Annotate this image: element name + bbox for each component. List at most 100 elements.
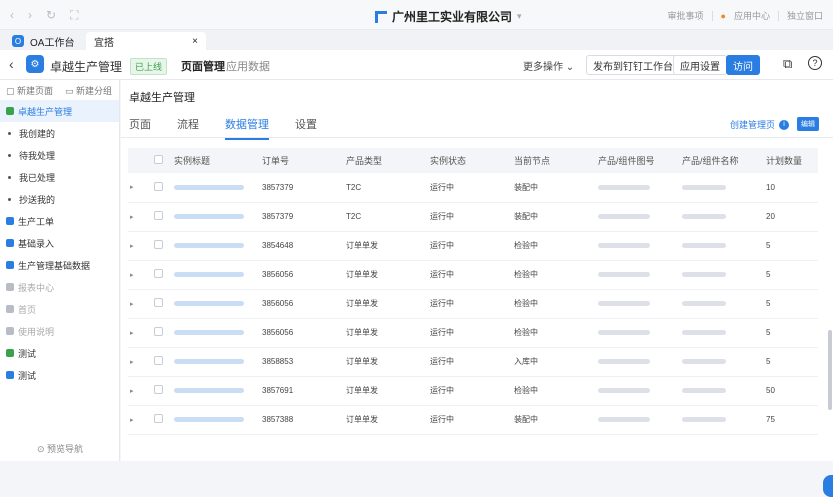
sidebar-item[interactable]: 首页 xyxy=(0,298,119,320)
table-row[interactable]: ▸ 3856056 订单单发 运行中 检验中 5 xyxy=(128,318,818,348)
col-header[interactable]: 当前节点 xyxy=(512,148,596,173)
standalone-window-link[interactable]: 独立窗口 xyxy=(787,9,823,22)
row-checkbox[interactable] xyxy=(152,347,172,377)
back-arrow-icon[interactable]: ‹ xyxy=(10,8,14,23)
expand-arrow-icon[interactable]: ▸ xyxy=(128,202,152,232)
cell-drawing-number xyxy=(596,173,680,203)
cell-planned-qty: 5 xyxy=(764,347,818,377)
create-admin-page-link[interactable]: 创建管理页 i xyxy=(730,118,789,131)
tab-page-management[interactable]: 页面管理 xyxy=(181,58,225,74)
close-icon[interactable]: × xyxy=(192,36,198,47)
app-settings-button[interactable]: 应用设置 xyxy=(673,55,727,75)
more-actions-dropdown[interactable]: 更多操作 ⌄ xyxy=(523,58,574,73)
preview-nav-link[interactable]: ⊙ 预览导航 xyxy=(0,442,120,455)
company-switcher[interactable]: 广州里工实业有限公司 ▾ xyxy=(375,8,522,25)
cell-product-type: 订单单发 xyxy=(344,260,428,290)
fullscreen-icon[interactable]: ⛶ xyxy=(70,8,78,23)
tab-settings[interactable]: 设置 xyxy=(295,116,317,132)
external-link-icon[interactable]: ⧉ xyxy=(783,56,792,72)
table-row[interactable]: ▸ 3857379 T2C 运行中 装配中 10 xyxy=(128,173,818,203)
cell-title xyxy=(172,202,260,232)
expand-arrow-icon[interactable]: ▸ xyxy=(128,289,152,319)
sidebar-item[interactable]: 基础录入 xyxy=(0,232,119,254)
sidebar-item[interactable]: 测试 xyxy=(0,364,119,386)
help-icon[interactable]: ? xyxy=(808,56,822,70)
sidebar-item[interactable]: 报表中心 xyxy=(0,276,119,298)
tab-app-data[interactable]: 应用数据 xyxy=(226,58,270,74)
col-header[interactable]: 订单号 xyxy=(260,148,344,173)
app-center-link[interactable]: 应用中心 xyxy=(734,9,770,22)
expand-arrow-icon[interactable]: ▸ xyxy=(128,260,152,290)
col-header[interactable]: 产品/组件名称 xyxy=(680,148,764,173)
floating-action-button[interactable] xyxy=(823,475,833,497)
row-checkbox[interactable] xyxy=(152,173,172,203)
row-checkbox[interactable] xyxy=(152,318,172,348)
sidebar-item[interactable]: 我创建的 xyxy=(0,122,119,144)
col-header[interactable]: 实例标题 xyxy=(172,148,260,173)
edit-button[interactable]: 编辑 xyxy=(797,117,819,131)
table-row[interactable]: ▸ 3857691 订单单发 运行中 检验中 50 xyxy=(128,376,818,406)
row-checkbox[interactable] xyxy=(152,289,172,319)
sidebar-item[interactable]: 测试 xyxy=(0,342,119,364)
select-all-checkbox[interactable] xyxy=(152,148,172,173)
cell-status: 运行中 xyxy=(428,260,512,290)
vertical-scrollbar[interactable] xyxy=(828,330,832,410)
tab-label: 宜搭 xyxy=(94,37,114,49)
table-row[interactable]: ▸ 3858853 订单单发 运行中 入库中 5 xyxy=(128,347,818,377)
tab-page[interactable]: 页面 xyxy=(129,116,151,132)
redacted-title xyxy=(174,330,244,335)
redacted-product-name xyxy=(682,184,726,190)
visit-button[interactable]: 访问 xyxy=(726,55,760,75)
sidebar-item[interactable]: 待我处理 xyxy=(0,144,119,166)
data-table: 实例标题 订单号 产品类型 实例状态 当前节点 产品/组件图号 产品/组件名称 … xyxy=(128,148,818,435)
tab-data-management[interactable]: 数据管理 xyxy=(225,116,269,140)
cell-drawing-number xyxy=(596,318,680,348)
sidebar-item[interactable]: 抄送我的 xyxy=(0,188,119,210)
row-checkbox[interactable] xyxy=(152,260,172,290)
refresh-icon[interactable]: ↻ xyxy=(46,8,56,23)
page-icon xyxy=(6,217,14,225)
row-checkbox[interactable] xyxy=(152,376,172,406)
publish-dingtalk-button[interactable]: 发布到钉钉工作台 xyxy=(586,55,680,75)
cell-product-name xyxy=(680,173,764,203)
table-row[interactable]: ▸ 3856056 订单单发 运行中 检验中 5 xyxy=(128,289,818,319)
expand-arrow-icon[interactable]: ▸ xyxy=(128,405,152,435)
redacted-product-name xyxy=(682,417,726,422)
back-icon[interactable]: ‹ xyxy=(9,56,14,72)
cell-product-name xyxy=(680,202,764,232)
sidebar-item[interactable]: 我已处理 xyxy=(0,166,119,188)
table-row[interactable]: ▸ 3854648 订单单发 运行中 检验中 5 xyxy=(128,231,818,261)
expand-arrow-icon[interactable]: ▸ xyxy=(128,376,152,406)
redacted-product-name xyxy=(682,330,726,335)
cell-product-name xyxy=(680,260,764,290)
sidebar-item[interactable]: 生产管理基础数据 xyxy=(0,254,119,276)
col-header[interactable]: 计划数量 xyxy=(764,148,818,173)
approval-link[interactable]: 审批事项 xyxy=(668,9,704,22)
tab-flow[interactable]: 流程 xyxy=(177,116,199,132)
tab-yida[interactable]: 宜搭 × xyxy=(86,32,206,50)
table-row[interactable]: ▸ 3857388 订单单发 运行中 装配中 75 xyxy=(128,405,818,435)
cell-title xyxy=(172,376,260,406)
sidebar-item-label: 生产管理基础数据 xyxy=(18,260,91,271)
col-header[interactable]: 产品类型 xyxy=(344,148,428,173)
tab-oa-workbench[interactable]: O OA工作台 xyxy=(4,32,97,50)
cell-drawing-number xyxy=(596,231,680,261)
row-checkbox[interactable] xyxy=(152,405,172,435)
col-header[interactable]: 产品/组件图号 xyxy=(596,148,680,173)
table-row[interactable]: ▸ 3856056 订单单发 运行中 检验中 5 xyxy=(128,260,818,290)
row-checkbox[interactable] xyxy=(152,202,172,232)
table-row[interactable]: ▸ 3857379 T2C 运行中 装配中 20 xyxy=(128,202,818,232)
expand-arrow-icon[interactable]: ▸ xyxy=(128,347,152,377)
col-header[interactable]: 实例状态 xyxy=(428,148,512,173)
expand-arrow-icon[interactable]: ▸ xyxy=(128,173,152,203)
sidebar-item[interactable]: 卓越生产管理 xyxy=(0,100,119,122)
row-checkbox[interactable] xyxy=(152,231,172,261)
cell-drawing-number xyxy=(596,289,680,319)
sidebar-item[interactable]: 生产工单 xyxy=(0,210,119,232)
new-page-button[interactable]: ▢ 新建页面 xyxy=(6,84,53,96)
expand-arrow-icon[interactable]: ▸ xyxy=(128,231,152,261)
sidebar-item[interactable]: 使用说明 xyxy=(0,320,119,342)
forward-arrow-icon[interactable]: › xyxy=(28,8,32,23)
expand-arrow-icon[interactable]: ▸ xyxy=(128,318,152,348)
new-group-button[interactable]: ▭ 新建分组 xyxy=(65,84,112,96)
